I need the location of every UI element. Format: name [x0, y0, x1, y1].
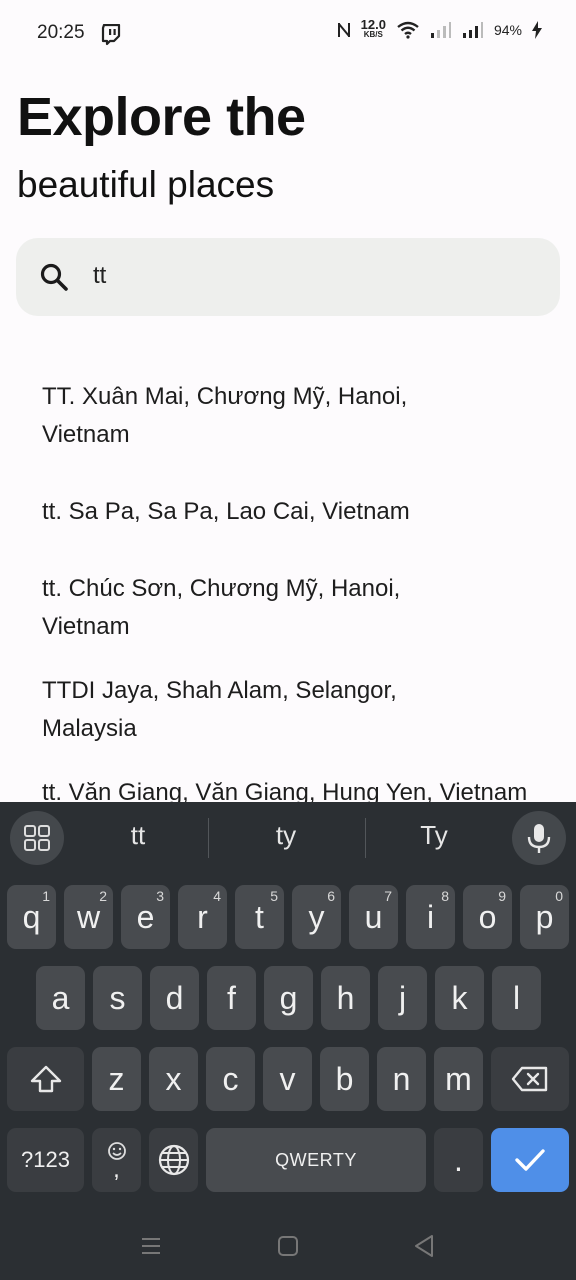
backspace-key[interactable] [491, 1047, 569, 1111]
language-key[interactable] [149, 1128, 198, 1192]
key-p[interactable]: p0 [520, 885, 569, 949]
key-o[interactable]: o9 [463, 885, 512, 949]
divider [208, 818, 209, 858]
result-item[interactable]: tt. Văn Giang, Văn Giang, Hung Yen, Viet… [42, 774, 562, 802]
key-h[interactable]: h [321, 966, 370, 1030]
result-item[interactable]: tt. Chúc Sơn, Chương Mỹ, Hanoi, Vietnam [42, 570, 482, 646]
status-bar: 20:25 12.0 KB/S 94% [0, 0, 576, 70]
key-r[interactable]: r4 [178, 885, 227, 949]
suggestion-bar: tt ty Ty [0, 802, 576, 874]
microphone-icon [527, 824, 551, 853]
result-item[interactable]: TTDI Jaya, Shah Alam, Selangor, Malaysia [42, 672, 482, 748]
key-n[interactable]: n [377, 1047, 426, 1111]
search-input[interactable]: tt [16, 238, 560, 316]
space-key[interactable]: QWERTY [206, 1128, 426, 1192]
back-icon[interactable] [413, 1234, 435, 1258]
key-m[interactable]: m [434, 1047, 483, 1111]
key-i[interactable]: i8 [406, 885, 455, 949]
key-e[interactable]: e3 [121, 885, 170, 949]
emoji-comma-key[interactable]: , [92, 1128, 141, 1192]
symbols-key[interactable]: ?123 [7, 1128, 84, 1192]
key-x[interactable]: x [149, 1047, 198, 1111]
backspace-icon [511, 1066, 548, 1092]
key-a[interactable]: a [36, 966, 85, 1030]
search-query: tt [93, 262, 107, 289]
key-b[interactable]: b [320, 1047, 369, 1111]
nfc-icon [337, 23, 350, 37]
signal-icon-2 [462, 22, 483, 38]
shift-key[interactable] [7, 1047, 84, 1111]
check-icon [515, 1149, 545, 1171]
key-s[interactable]: s [93, 966, 142, 1030]
twitch-icon [101, 24, 121, 46]
recents-icon[interactable] [140, 1236, 162, 1256]
results-list: TT. Xuân Mai, Chương Mỹ, Hanoi, Vietnam … [0, 370, 576, 802]
soft-keyboard: tt ty Ty q1 w2 e3 r4 t5 y6 u7 i8 o9 p0 a… [0, 802, 576, 1280]
apps-grid-button[interactable] [10, 811, 64, 865]
key-k[interactable]: k [435, 966, 484, 1030]
key-z[interactable]: z [92, 1047, 141, 1111]
suggestion-1[interactable]: tt [68, 820, 208, 851]
key-d[interactable]: d [150, 966, 199, 1030]
enter-key[interactable] [491, 1128, 569, 1192]
home-icon[interactable] [277, 1235, 299, 1257]
period-key[interactable]: . [434, 1128, 483, 1192]
key-f[interactable]: f [207, 966, 256, 1030]
suggestion-2[interactable]: ty [216, 820, 356, 851]
charging-icon [532, 21, 542, 39]
navigation-bar [0, 1220, 576, 1280]
signal-icon-1 [430, 22, 451, 38]
globe-icon [158, 1144, 189, 1176]
key-v[interactable]: v [263, 1047, 312, 1111]
key-j[interactable]: j [378, 966, 427, 1030]
key-l[interactable]: l [492, 966, 541, 1030]
shift-icon [30, 1065, 61, 1093]
page-subtitle: beautiful places [17, 164, 275, 205]
key-g[interactable]: g [264, 966, 313, 1030]
status-time: 20:25 [37, 22, 85, 43]
voice-input-button[interactable] [512, 811, 566, 865]
result-item[interactable]: tt. Sa Pa, Sa Pa, Lao Cai, Vietnam [42, 493, 482, 531]
search-icon [40, 263, 68, 291]
key-y[interactable]: y6 [292, 885, 341, 949]
wifi-icon [397, 21, 419, 39]
key-t[interactable]: t5 [235, 885, 284, 949]
network-speed: 12.0 KB/S [360, 17, 386, 39]
key-u[interactable]: u7 [349, 885, 398, 949]
result-item[interactable]: TT. Xuân Mai, Chương Mỹ, Hanoi, Vietnam [42, 378, 482, 454]
key-q[interactable]: q1 [7, 885, 56, 949]
key-c[interactable]: c [206, 1047, 255, 1111]
key-w[interactable]: w2 [64, 885, 113, 949]
grid-icon [24, 825, 50, 851]
suggestion-3[interactable]: Ty [364, 820, 504, 851]
battery-level: 94% [493, 22, 522, 38]
page-title: Explore the [17, 87, 306, 147]
